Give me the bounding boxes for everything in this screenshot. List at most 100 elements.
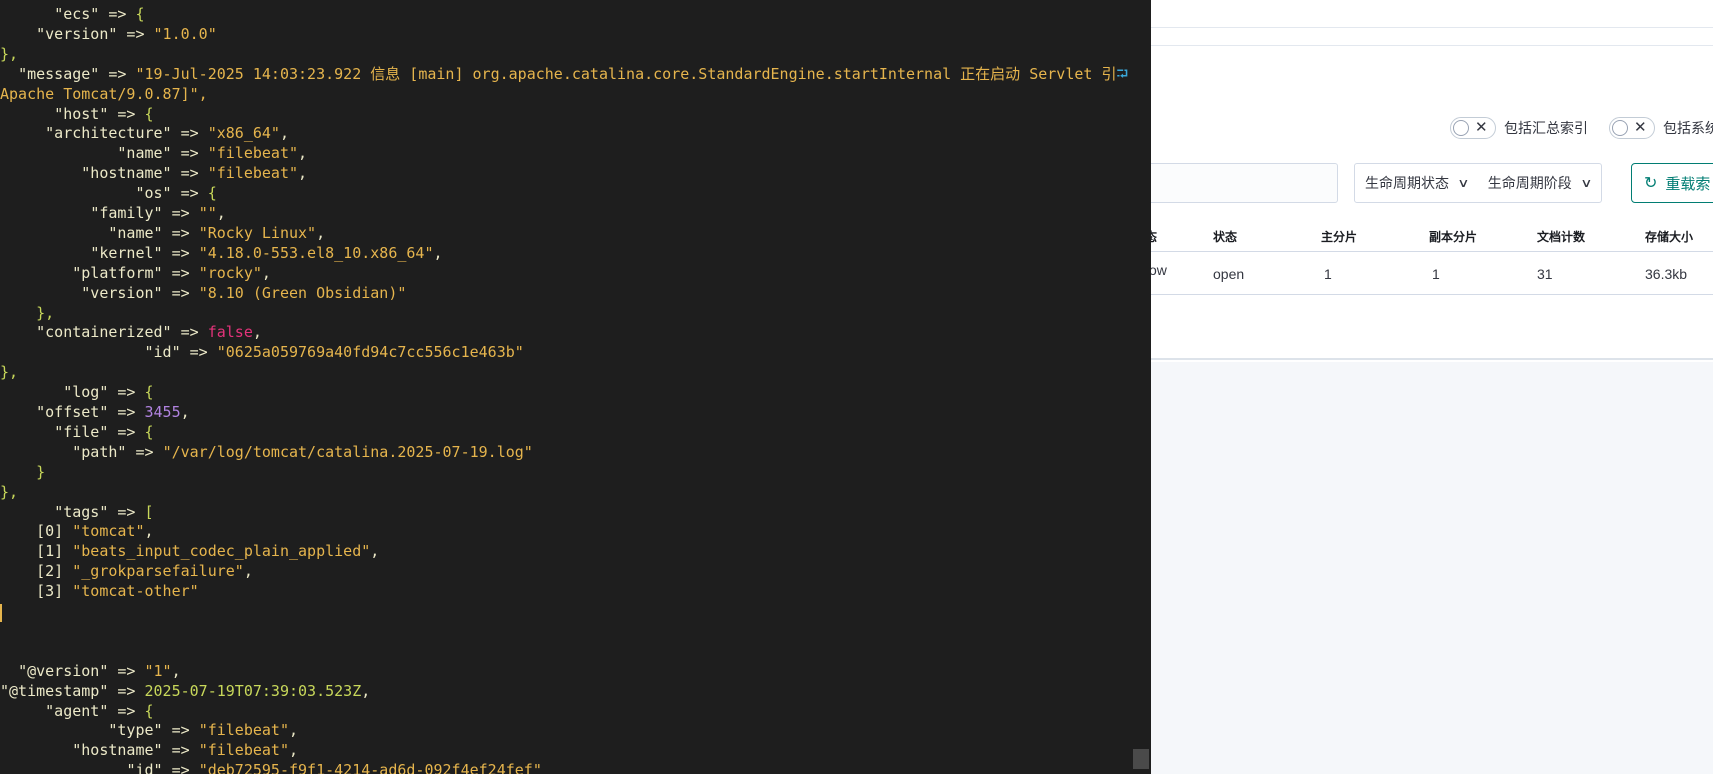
terminal-token: false [207,323,253,342]
terminal-token: "message" [18,64,100,83]
terminal-token: [3] [36,582,73,601]
terminal-line: "name" => "Rocky Linux", [0,223,325,243]
lifecycle-phase-filter[interactable]: 生命周期阶段 ∨ [1478,164,1601,202]
system-switch[interactable]: ✕ [1609,117,1655,139]
terminal-line: }, [0,482,18,502]
terminal-token: "filebeat" [198,741,289,760]
terminal-token: , [370,542,380,561]
toggle-include-system[interactable]: ✕ 包括系统 [1609,116,1713,140]
reload-indices-button[interactable]: ↻ 重载索 [1631,163,1713,203]
terminal-token: "Rocky Linux" [198,223,317,242]
terminal-token: , [216,204,226,222]
terminal-token: } [36,462,46,481]
terminal-line: "ecs" => { [0,4,144,24]
terminal-line: [3] "tomcat-other" [0,581,199,601]
terminal-token: => [108,681,145,700]
terminal-token: "1" [144,661,172,680]
terminal-token: => [108,383,145,402]
terminal-line: "containerized" => false, [0,322,262,342]
terminal-token: "rocky" [198,263,262,282]
terminal-token: "agent" [45,701,109,720]
column-header-replicas[interactable]: 副本分片 [1429,222,1477,252]
terminal-token: , [144,522,154,541]
lifecycle-status-filter[interactable]: 生命周期状态 ∨ [1355,164,1478,202]
terminal-token: => [171,144,208,163]
terminal-token: "@version" [18,661,109,680]
terminal-line: "offset" => 3455, [0,402,190,422]
terminal-token: , [171,661,181,680]
rollup-switch[interactable]: ✕ [1450,117,1496,139]
terminal-token: "type" [108,721,163,740]
terminal-line: "id" => "0625a059769a40fd94c7cc556c1e463… [0,342,524,362]
terminal-token: { [144,383,154,402]
column-header-status[interactable]: 状态 [1213,222,1237,252]
terminal-token: "" [198,204,217,222]
toggle-include-rollup[interactable]: ✕ 包括汇总索引 [1450,116,1588,140]
search-input[interactable] [1151,163,1338,203]
terminal-scrollbar[interactable] [1133,749,1149,769]
terminal-token: "name" [117,144,172,163]
switch-knob [1612,120,1628,136]
terminal-token: => [162,223,199,242]
lifecycle-status-label: 生命周期状态 [1365,175,1449,191]
terminal-token: => [99,5,136,23]
terminal-token: "architecture" [45,124,172,143]
terminal-token: , [243,562,253,581]
terminal-token: , [261,263,271,282]
terminal-token: "hostname" [81,164,172,183]
terminal-token: 3455 [144,403,181,421]
terminal-token: 2025-07-19T07:39:03.523Z [144,681,362,700]
terminal-line: "message" => "19-Jul-2025 14:03:23.922 信… [0,64,1128,84]
terminal-token: => [108,661,145,680]
cell-status: open [1213,266,1245,282]
column-header-primaries[interactable]: 主分片 [1321,222,1357,252]
terminal-token: "4.18.0-553.el8_10.x86_64" [198,243,434,262]
close-icon: ✕ [1475,119,1488,136]
column-header-docs-count[interactable]: 文档计数 [1537,222,1585,252]
terminal-token: "family" [90,204,163,222]
column-header-health[interactable]: 态 [1151,222,1157,252]
top-bar [1151,0,1713,28]
terminal-token: { [144,422,154,441]
terminal-token: "deb72595-f9f1-4214-ad6d-092f4ef24fef" [198,761,542,774]
terminal-token: => [108,422,145,441]
terminal-token: [0] [36,522,73,541]
terminal-line: "@timestamp" => 2025-07-19T07:39:03.523Z… [0,681,370,701]
terminal-token: }, [36,303,55,322]
terminal-token: , [289,741,299,760]
terminal-window[interactable]: "ecs" => { "version" => "1.0.0"}, "messa… [0,0,1151,774]
table-row[interactable]: ow open 1 1 31 36.3kb [1151,253,1713,295]
terminal-line: Apache Tomcat/9.0.87]", [0,84,208,104]
cell-docs-count: 31 [1537,266,1553,282]
terminal-token: }, [0,44,19,63]
terminal-line: }, [0,44,18,64]
terminal-line: "log" => { [0,382,154,402]
terminal-token: , [252,323,262,342]
terminal-line: [0] "tomcat", [0,521,154,541]
terminal-token: => [108,701,145,720]
terminal-line: "agent" => { [0,701,154,721]
terminal-token: => [126,442,163,461]
terminal-token: , [298,164,308,183]
terminal-token: "containerized" [36,323,172,342]
cell-health: ow [1151,262,1167,278]
terminal-token: "_grokparsefailure" [72,562,244,581]
terminal-line: "kernel" => "4.18.0-553.el8_10.x86_64", [0,243,442,263]
terminal-line: "tags" => [ [0,502,153,522]
terminal-token: "offset" [36,403,109,421]
terminal-token: Apache Tomcat/9.0.87]", [0,84,208,103]
column-header-storage-size[interactable]: 存储大小 [1645,222,1693,252]
terminal-token: { [144,701,154,720]
